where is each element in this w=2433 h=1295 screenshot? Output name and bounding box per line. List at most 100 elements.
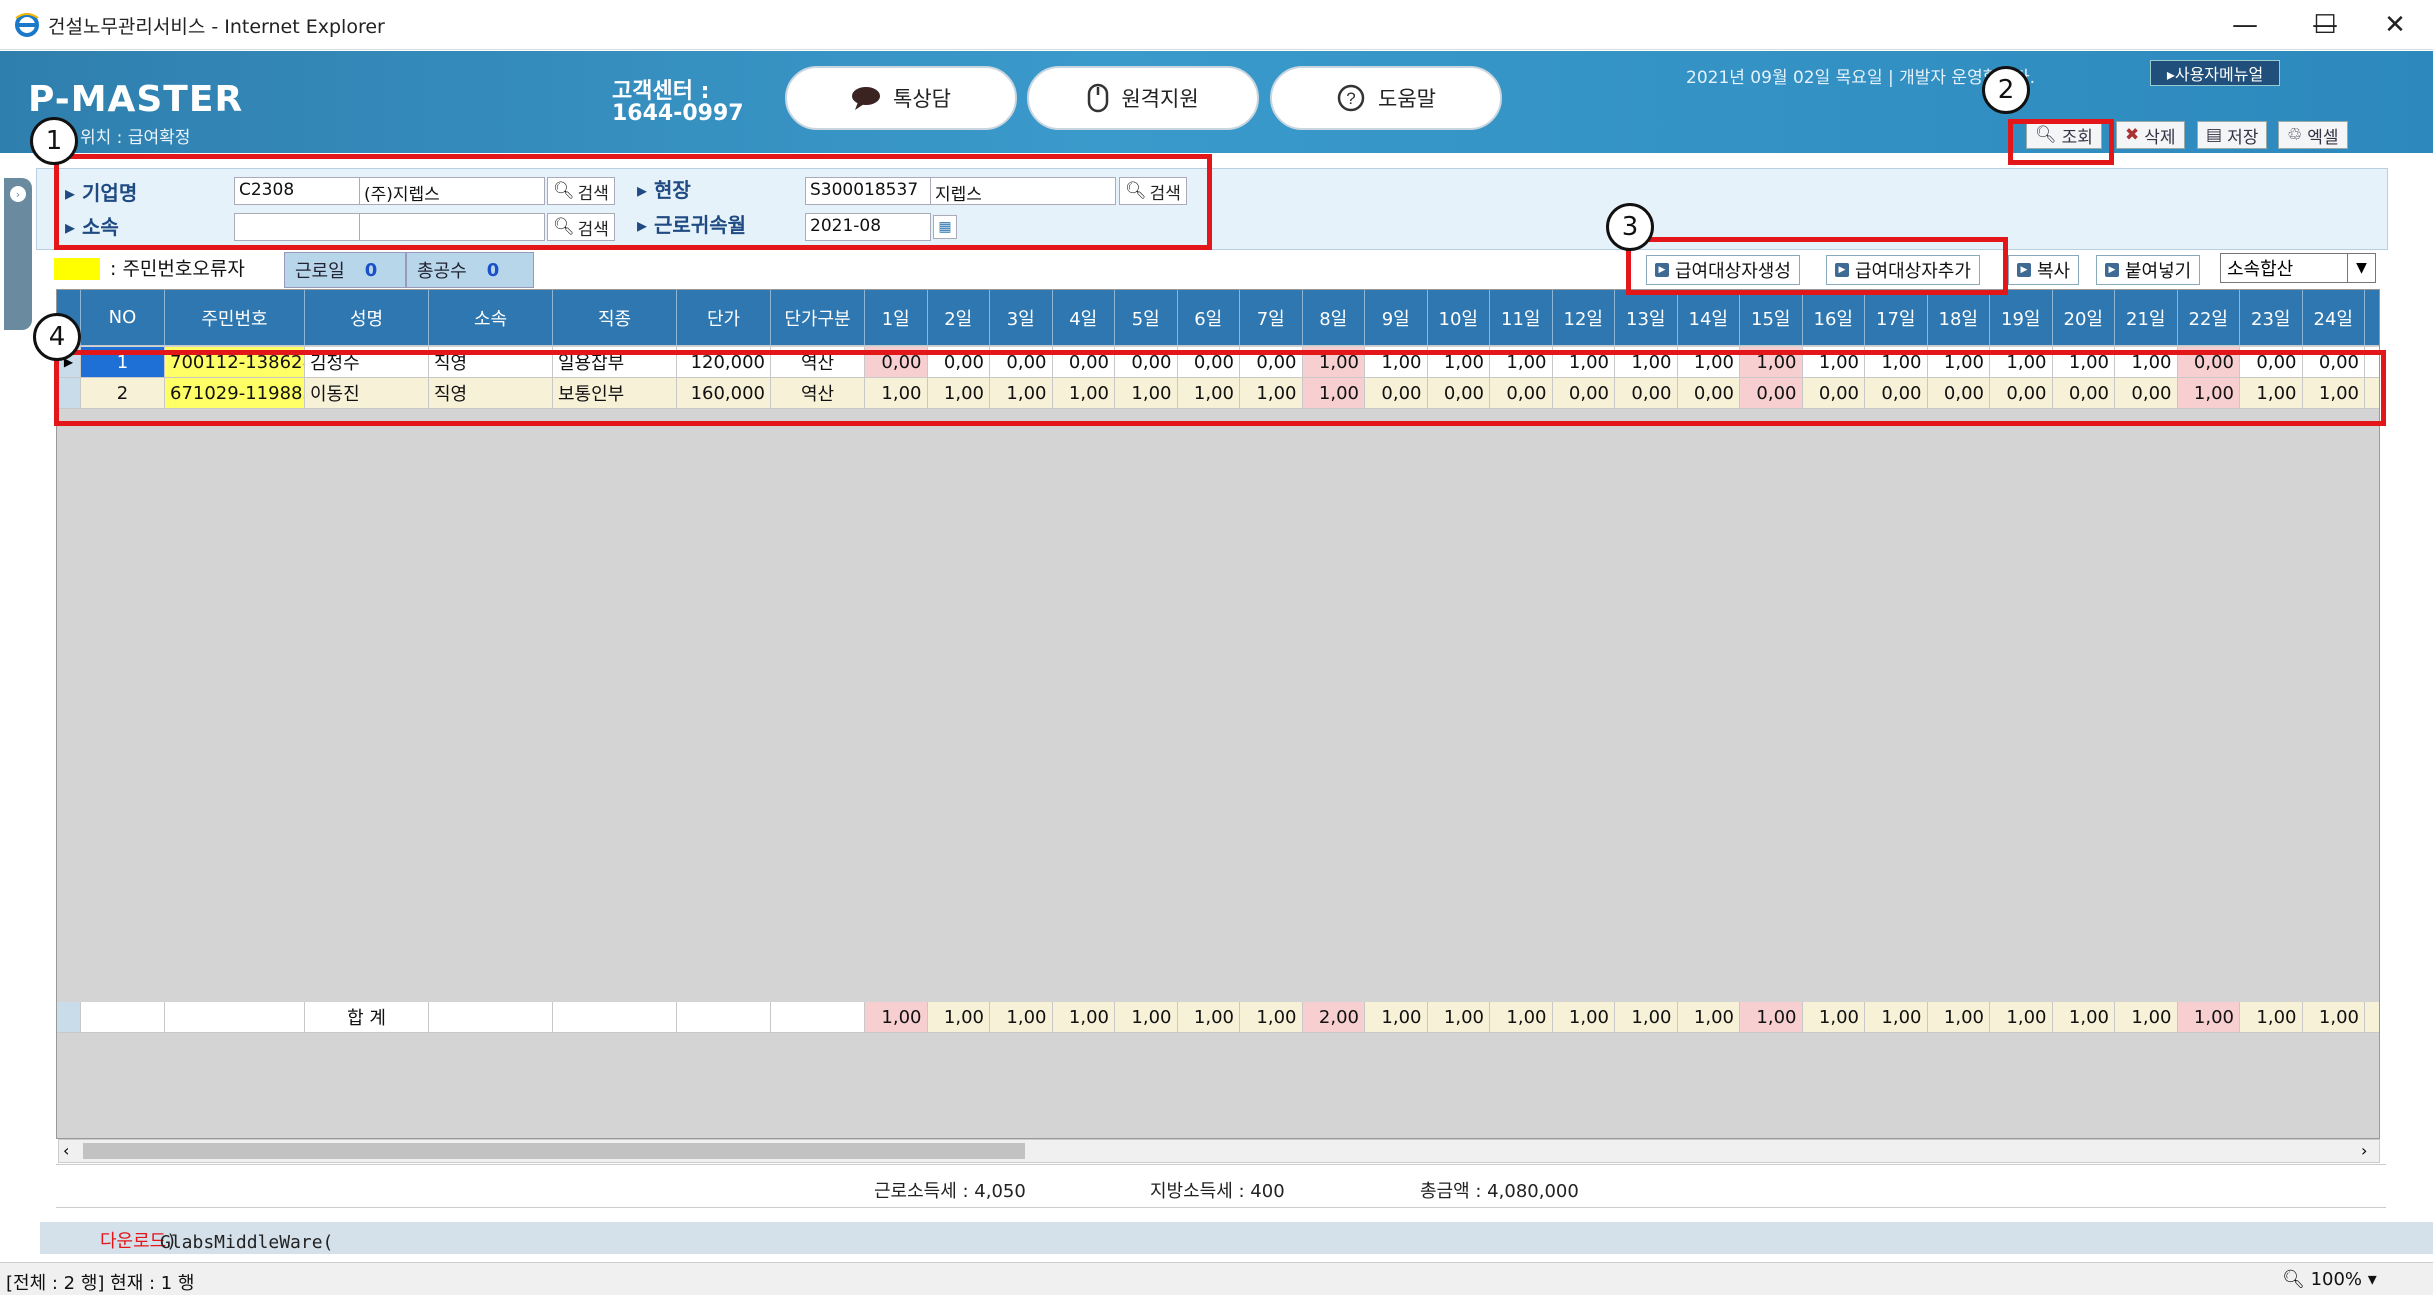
cell-day[interactable]: 1,00 (1740, 347, 1803, 378)
save-button[interactable]: ▤ 저장 (2197, 121, 2268, 149)
column-header[interactable]: 6일 (1177, 290, 1240, 346)
cell-day[interactable]: 0,00 (1427, 378, 1490, 409)
scroll-thumb[interactable] (83, 1143, 1025, 1159)
excel-button[interactable]: ♲ 엑셀 (2278, 121, 2348, 149)
cell-day[interactable]: 1,00 (1490, 347, 1553, 378)
grid-total-row[interactable]: 합 계 1,00 1,00 1,00 1,00 1,00 1,00 1,00 2,00 1,00 1… (57, 1002, 2379, 1033)
cell-day[interactable]: 1,00 (865, 378, 928, 409)
site-code-input[interactable]: S300018537 (805, 177, 931, 205)
cell-day[interactable]: 0,00 (865, 347, 928, 378)
cell-day[interactable]: 1,00 (1615, 347, 1678, 378)
cell-day[interactable]: 1,00 (2052, 347, 2115, 378)
cell-day[interactable]: 1,00 (1427, 347, 1490, 378)
remote-support-button[interactable]: 원격지원 (1027, 66, 1259, 130)
cell-day[interactable]: 0,00 (1115, 347, 1178, 378)
column-header[interactable]: 19일 (1990, 290, 2053, 346)
query-button[interactable]: 🔍︎ 조회 (2026, 121, 2102, 149)
cell-id[interactable]: 700112-1386280 (165, 347, 305, 378)
delete-button[interactable]: ✖ 삭제 (2116, 121, 2185, 149)
affiliation-name-input[interactable] (359, 213, 545, 241)
table-row[interactable]: ▶1700112-1386280김정수직영일용잡부120,000역산0,000,… (57, 347, 2379, 378)
column-header[interactable]: 2일 (927, 290, 990, 346)
column-header[interactable]: 16일 (1802, 290, 1865, 346)
column-header[interactable]: 단가구분 (771, 290, 865, 346)
cell-day[interactable]: 0,00 (1240, 347, 1303, 378)
cell-price[interactable]: 120,000 (677, 347, 771, 378)
affiliation-code-input[interactable] (234, 213, 360, 241)
company-search-button[interactable]: 🔍︎ 검색 (547, 177, 615, 205)
horizontal-scrollbar[interactable]: ‹ › (58, 1139, 2380, 1163)
copy-button[interactable]: ▶ 복사 (2008, 255, 2080, 285)
cell-day[interactable]: 0,00 (990, 347, 1053, 378)
cell-aff[interactable]: 직영 (429, 378, 553, 409)
paste-button[interactable]: ▶ 붙여넣기 (2096, 255, 2201, 285)
cell-day[interactable]: 1,00 (2240, 378, 2303, 409)
cell-day[interactable]: 1,00 (2177, 378, 2240, 409)
cell-price[interactable]: 160,000 (677, 378, 771, 409)
column-header[interactable]: 직종 (553, 290, 677, 346)
cell-job[interactable]: 보통인부 (553, 378, 677, 409)
sum-mode-select[interactable]: 소속합산 ▼ (2220, 253, 2376, 283)
cell-day[interactable]: 0,00 (1365, 378, 1428, 409)
cell-job[interactable]: 일용잡부 (553, 347, 677, 378)
column-header[interactable]: 소속 (429, 290, 553, 346)
cell-day[interactable]: 0,00 (1927, 378, 1990, 409)
user-manual-button[interactable]: ▸사용자메뉴얼 (2150, 60, 2280, 86)
cell-day[interactable]: 1,00 (2302, 378, 2365, 409)
row-indicator[interactable] (57, 1002, 81, 1033)
cell-no[interactable]: 1 (81, 347, 165, 378)
column-header[interactable]: 단가 (677, 290, 771, 346)
column-header[interactable]: NO (81, 290, 165, 346)
cell-day[interactable]: 0,00 (1677, 378, 1740, 409)
cell-day[interactable]: 0,00 (2115, 378, 2178, 409)
help-button[interactable]: ? 도움말 (1270, 66, 1502, 130)
cell-day[interactable]: 0,00 (1802, 378, 1865, 409)
cell-aff[interactable]: 직영 (429, 347, 553, 378)
column-header[interactable]: 25 (2365, 290, 2379, 346)
cell-name[interactable]: 김정수 (305, 347, 429, 378)
middleware-download-link[interactable]: 다운로드 (100, 1231, 166, 1252)
column-header[interactable]: 18일 (1927, 290, 1990, 346)
cell-day[interactable]: 1,00 (1115, 378, 1178, 409)
cell-day[interactable]: 0,00 (1615, 378, 1678, 409)
cell-day[interactable]: 1,00 (1052, 378, 1115, 409)
column-header[interactable]: 9일 (1365, 290, 1428, 346)
cell-day[interactable]: 1,00 (1177, 378, 1240, 409)
cell-day[interactable]: 1,00 (1927, 347, 1990, 378)
cell-day[interactable]: 1,00 (1302, 347, 1365, 378)
row-indicator[interactable] (57, 378, 81, 409)
cell-day[interactable]: 0,00 (1552, 378, 1615, 409)
cell-ptype[interactable]: 역산 (771, 378, 865, 409)
cell-day[interactable]: 1,00 (1240, 378, 1303, 409)
column-header[interactable]: 10일 (1427, 290, 1490, 346)
column-header[interactable]: 23일 (2240, 290, 2303, 346)
close-button[interactable]: ✕ (2360, 0, 2430, 50)
column-header[interactable]: 성명 (305, 290, 429, 346)
column-header[interactable]: 15일 (1740, 290, 1803, 346)
cell-day[interactable]: 1, (2365, 378, 2379, 409)
column-header[interactable]: 17일 (1865, 290, 1928, 346)
cell-day[interactable]: 0,00 (1740, 378, 1803, 409)
column-header[interactable]: 8일 (1302, 290, 1365, 346)
calendar-icon[interactable]: ▦ (933, 215, 957, 239)
cell-day[interactable]: 1,00 (990, 378, 1053, 409)
column-header[interactable]: 주민번호 (165, 290, 305, 346)
add-payroll-targets-button[interactable]: ▶ 급여대상자추가 (1826, 255, 1980, 285)
minimize-button[interactable]: — (2210, 0, 2280, 50)
chevron-left-icon[interactable]: ‹ (63, 1141, 69, 1160)
column-header[interactable]: 7일 (1240, 290, 1303, 346)
create-payroll-targets-button[interactable]: ▶ 급여대상자생성 (1646, 255, 1800, 285)
cell-day[interactable]: 1,00 (1677, 347, 1740, 378)
cell-day[interactable]: 1,00 (2115, 347, 2178, 378)
work-month-input[interactable]: 2021-08 (805, 213, 931, 241)
cell-name[interactable]: 이동진 (305, 378, 429, 409)
cell-day[interactable]: 0,00 (2240, 347, 2303, 378)
column-header[interactable]: 14일 (1677, 290, 1740, 346)
site-name-input[interactable]: 지렙스 (930, 177, 1116, 205)
column-header[interactable]: 13일 (1615, 290, 1678, 346)
affiliation-search-button[interactable]: 🔍︎ 검색 (547, 213, 615, 241)
cell-day[interactable]: 1,00 (927, 378, 990, 409)
company-name-input[interactable]: (주)지렙스 (359, 177, 545, 205)
column-header[interactable]: 5일 (1115, 290, 1178, 346)
cell-day[interactable]: 0,00 (2052, 378, 2115, 409)
